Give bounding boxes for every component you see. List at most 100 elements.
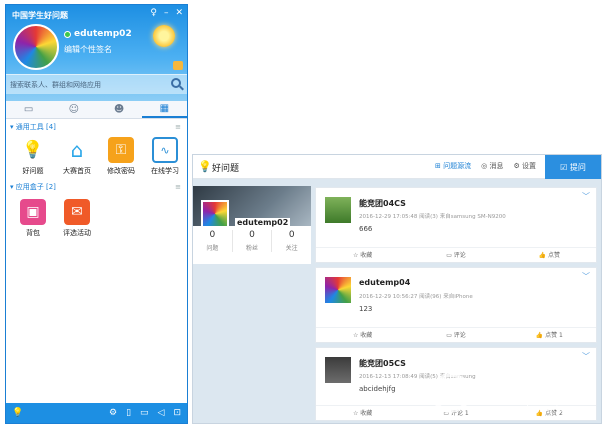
avatar[interactable] — [13, 24, 59, 70]
tool-change-password[interactable]: ⚿ 修改密码 — [102, 137, 140, 176]
card-text[interactable]: 123 — [359, 305, 372, 313]
like-button[interactable]: 👍 点赞 — [503, 248, 596, 262]
online-status-icon[interactable] — [64, 31, 71, 38]
chevron-down-icon[interactable]: ﹀ — [582, 191, 590, 202]
search-icon[interactable] — [171, 78, 181, 88]
apps-grid: ▣ 背包 ✉ 评选活动 — [14, 199, 96, 238]
signature-field[interactable]: 编辑个性签名 — [64, 44, 112, 55]
watermark-text: 当下软件园 — [484, 377, 589, 401]
chat-client-window: 中国学生好问题 ♀ – ✕ edutemp02 编辑个性签名 ▭ ☺ ☻ ▦ ▾… — [5, 4, 188, 424]
sun-weather-icon[interactable] — [153, 25, 175, 47]
minimize-icon[interactable]: – — [164, 8, 169, 18]
watermark-logo-icon — [431, 373, 471, 413]
window-controls: ♀ – ✕ — [150, 8, 183, 18]
action-label: 点赞 — [548, 252, 561, 259]
action-label: 收藏 — [360, 332, 373, 339]
tool-good-question[interactable]: 💡 好问题 — [14, 137, 52, 176]
nav-settings[interactable]: ⚙ 设置 — [513, 161, 536, 171]
comment-button[interactable]: ▭ 评论 — [409, 328, 502, 342]
app-label: 评选活动 — [63, 229, 91, 237]
volume-icon[interactable]: ◁ — [158, 408, 165, 418]
nav-label: 设置 — [522, 162, 536, 170]
card-text[interactable]: abcidehjfg — [359, 385, 396, 393]
app-vote[interactable]: ✉ 评选活动 — [58, 199, 96, 238]
tool-label: 大赛首页 — [63, 167, 91, 175]
profile-stats: 0 问题 0 粉丝 0 关注 — [193, 230, 311, 252]
client-bottom-bar: 💡 ⚙ ▯ ▭ ◁ ⊡ — [6, 403, 187, 423]
card-author[interactable]: 能竞团04CS — [359, 198, 406, 209]
search-bar — [6, 74, 187, 94]
question-card[interactable]: 能竞团04CS 2016-12-29 17:05:48 阅读(3) 来自sams… — [315, 187, 597, 263]
tool-contest-home[interactable]: ⌂ 大赛首页 — [58, 137, 96, 176]
username: edutemp02 — [74, 29, 132, 39]
chevron-down-icon[interactable]: ﹀ — [582, 351, 590, 362]
ask-question-button[interactable]: ☑ 提问 — [545, 155, 601, 179]
nav-label: 问题源流 — [443, 162, 472, 170]
group-title: 通用工具 [4] — [15, 123, 56, 131]
card-author[interactable]: edutemp04 — [359, 278, 410, 287]
group-menu-icon[interactable]: ≡ — [175, 183, 181, 191]
weather-badge-icon[interactable] — [173, 61, 183, 70]
tool-label: 修改密码 — [107, 167, 135, 175]
nav-question-stream[interactable]: ⊞ 问题源流 — [435, 161, 471, 171]
vote-icon: ✉ — [64, 199, 90, 225]
app-label: 背包 — [26, 229, 40, 237]
stat-number: 0 — [288, 230, 295, 240]
tab-groups-icon[interactable]: ☻ — [97, 101, 142, 118]
card-thumbnail[interactable] — [325, 357, 351, 383]
card-actions: ☆ 收藏 ▭ 评论 👍 点赞 — [316, 247, 596, 262]
client-tabs: ▭ ☺ ☻ ▦ — [6, 101, 187, 119]
stat-number: 0 — [209, 230, 216, 240]
lightbulb-icon: 💡 — [22, 140, 44, 160]
close-icon[interactable]: ✕ — [175, 8, 183, 18]
stat-label: 粉丝 — [246, 245, 259, 252]
tool-label: 好问题 — [22, 167, 44, 175]
tab-apps-icon[interactable]: ▦ — [141, 101, 187, 118]
stat-number: 0 — [249, 230, 255, 240]
lightbulb-icon[interactable]: 💡 — [12, 408, 23, 418]
card-thumbnail[interactable] — [325, 277, 351, 303]
card-author[interactable]: 能竞团05CS — [359, 358, 406, 369]
message-manager-icon[interactable]: ▯ — [126, 408, 131, 418]
folder-icon[interactable]: ▭ — [140, 408, 149, 418]
app-box-icon[interactable]: ⊡ — [173, 408, 181, 418]
tool-online-learning[interactable]: ∿ 在线学习 — [146, 137, 184, 176]
app-backpack[interactable]: ▣ 背包 — [14, 199, 52, 238]
comment-button[interactable]: ▭ 评论 — [409, 248, 502, 262]
home-icon: ⌂ — [70, 138, 84, 162]
action-label: 评论 — [453, 332, 466, 339]
profile-avatar[interactable] — [201, 200, 229, 228]
ask-label: 提问 — [569, 162, 586, 172]
watermark: 当下软件园 www.downxia.com — [431, 373, 589, 415]
card-thumbnail[interactable] — [325, 197, 351, 223]
tab-contacts-icon[interactable]: ☺ — [51, 101, 96, 118]
good-question-window: 💡 好问题 ⊞ 问题源流 ◎ 消息 ⚙ 设置 ☑ 提问 edutemp02 0 … — [192, 154, 602, 424]
chevron-down-icon[interactable]: ﹀ — [582, 271, 590, 282]
backpack-icon: ▣ — [20, 199, 46, 225]
stat-questions[interactable]: 0 问题 — [193, 230, 233, 252]
group-menu-icon[interactable]: ≡ — [175, 123, 181, 131]
favorite-button[interactable]: ☆ 收藏 — [316, 328, 409, 342]
card-meta: 2016-12-29 17:05:48 阅读(3) 来自samsung SM-N… — [359, 214, 506, 220]
nav-label: 消息 — [489, 162, 504, 170]
stat-fans[interactable]: 0 粉丝 — [233, 230, 273, 252]
group-header-apps[interactable]: ▾ 应用盒子 [2] ≡ — [6, 181, 187, 193]
card-text[interactable]: 666 — [359, 225, 372, 233]
action-label: 评论 — [453, 252, 466, 259]
skin-icon[interactable]: ♀ — [150, 8, 157, 18]
group-header-tools[interactable]: ▾ 通用工具 [4] ≡ — [6, 121, 187, 133]
lightbulb-icon: 💡 — [198, 160, 212, 173]
nav-messages[interactable]: ◎ 消息 — [481, 161, 503, 171]
stat-following[interactable]: 0 关注 — [272, 230, 311, 252]
like-button[interactable]: 👍 点赞 1 — [503, 328, 596, 342]
action-label: 点赞 1 — [545, 332, 563, 339]
tab-messages-icon[interactable]: ▭ — [6, 101, 51, 118]
favorite-button[interactable]: ☆ 收藏 — [316, 248, 409, 262]
question-card[interactable]: edutemp04 2016-12-29 10:56:27 阅读(96) 来自i… — [315, 267, 597, 343]
search-input[interactable] — [10, 78, 160, 92]
qa-header: 💡 好问题 ⊞ 问题源流 ◎ 消息 ⚙ 设置 ☑ 提问 — [193, 155, 601, 179]
group-title: 应用盒子 [2] — [15, 183, 56, 191]
settings-gear-icon[interactable]: ⚙ — [109, 408, 117, 418]
qa-nav: ⊞ 问题源流 ◎ 消息 ⚙ 设置 — [435, 161, 536, 171]
favorite-button[interactable]: ☆ 收藏 — [316, 406, 409, 420]
